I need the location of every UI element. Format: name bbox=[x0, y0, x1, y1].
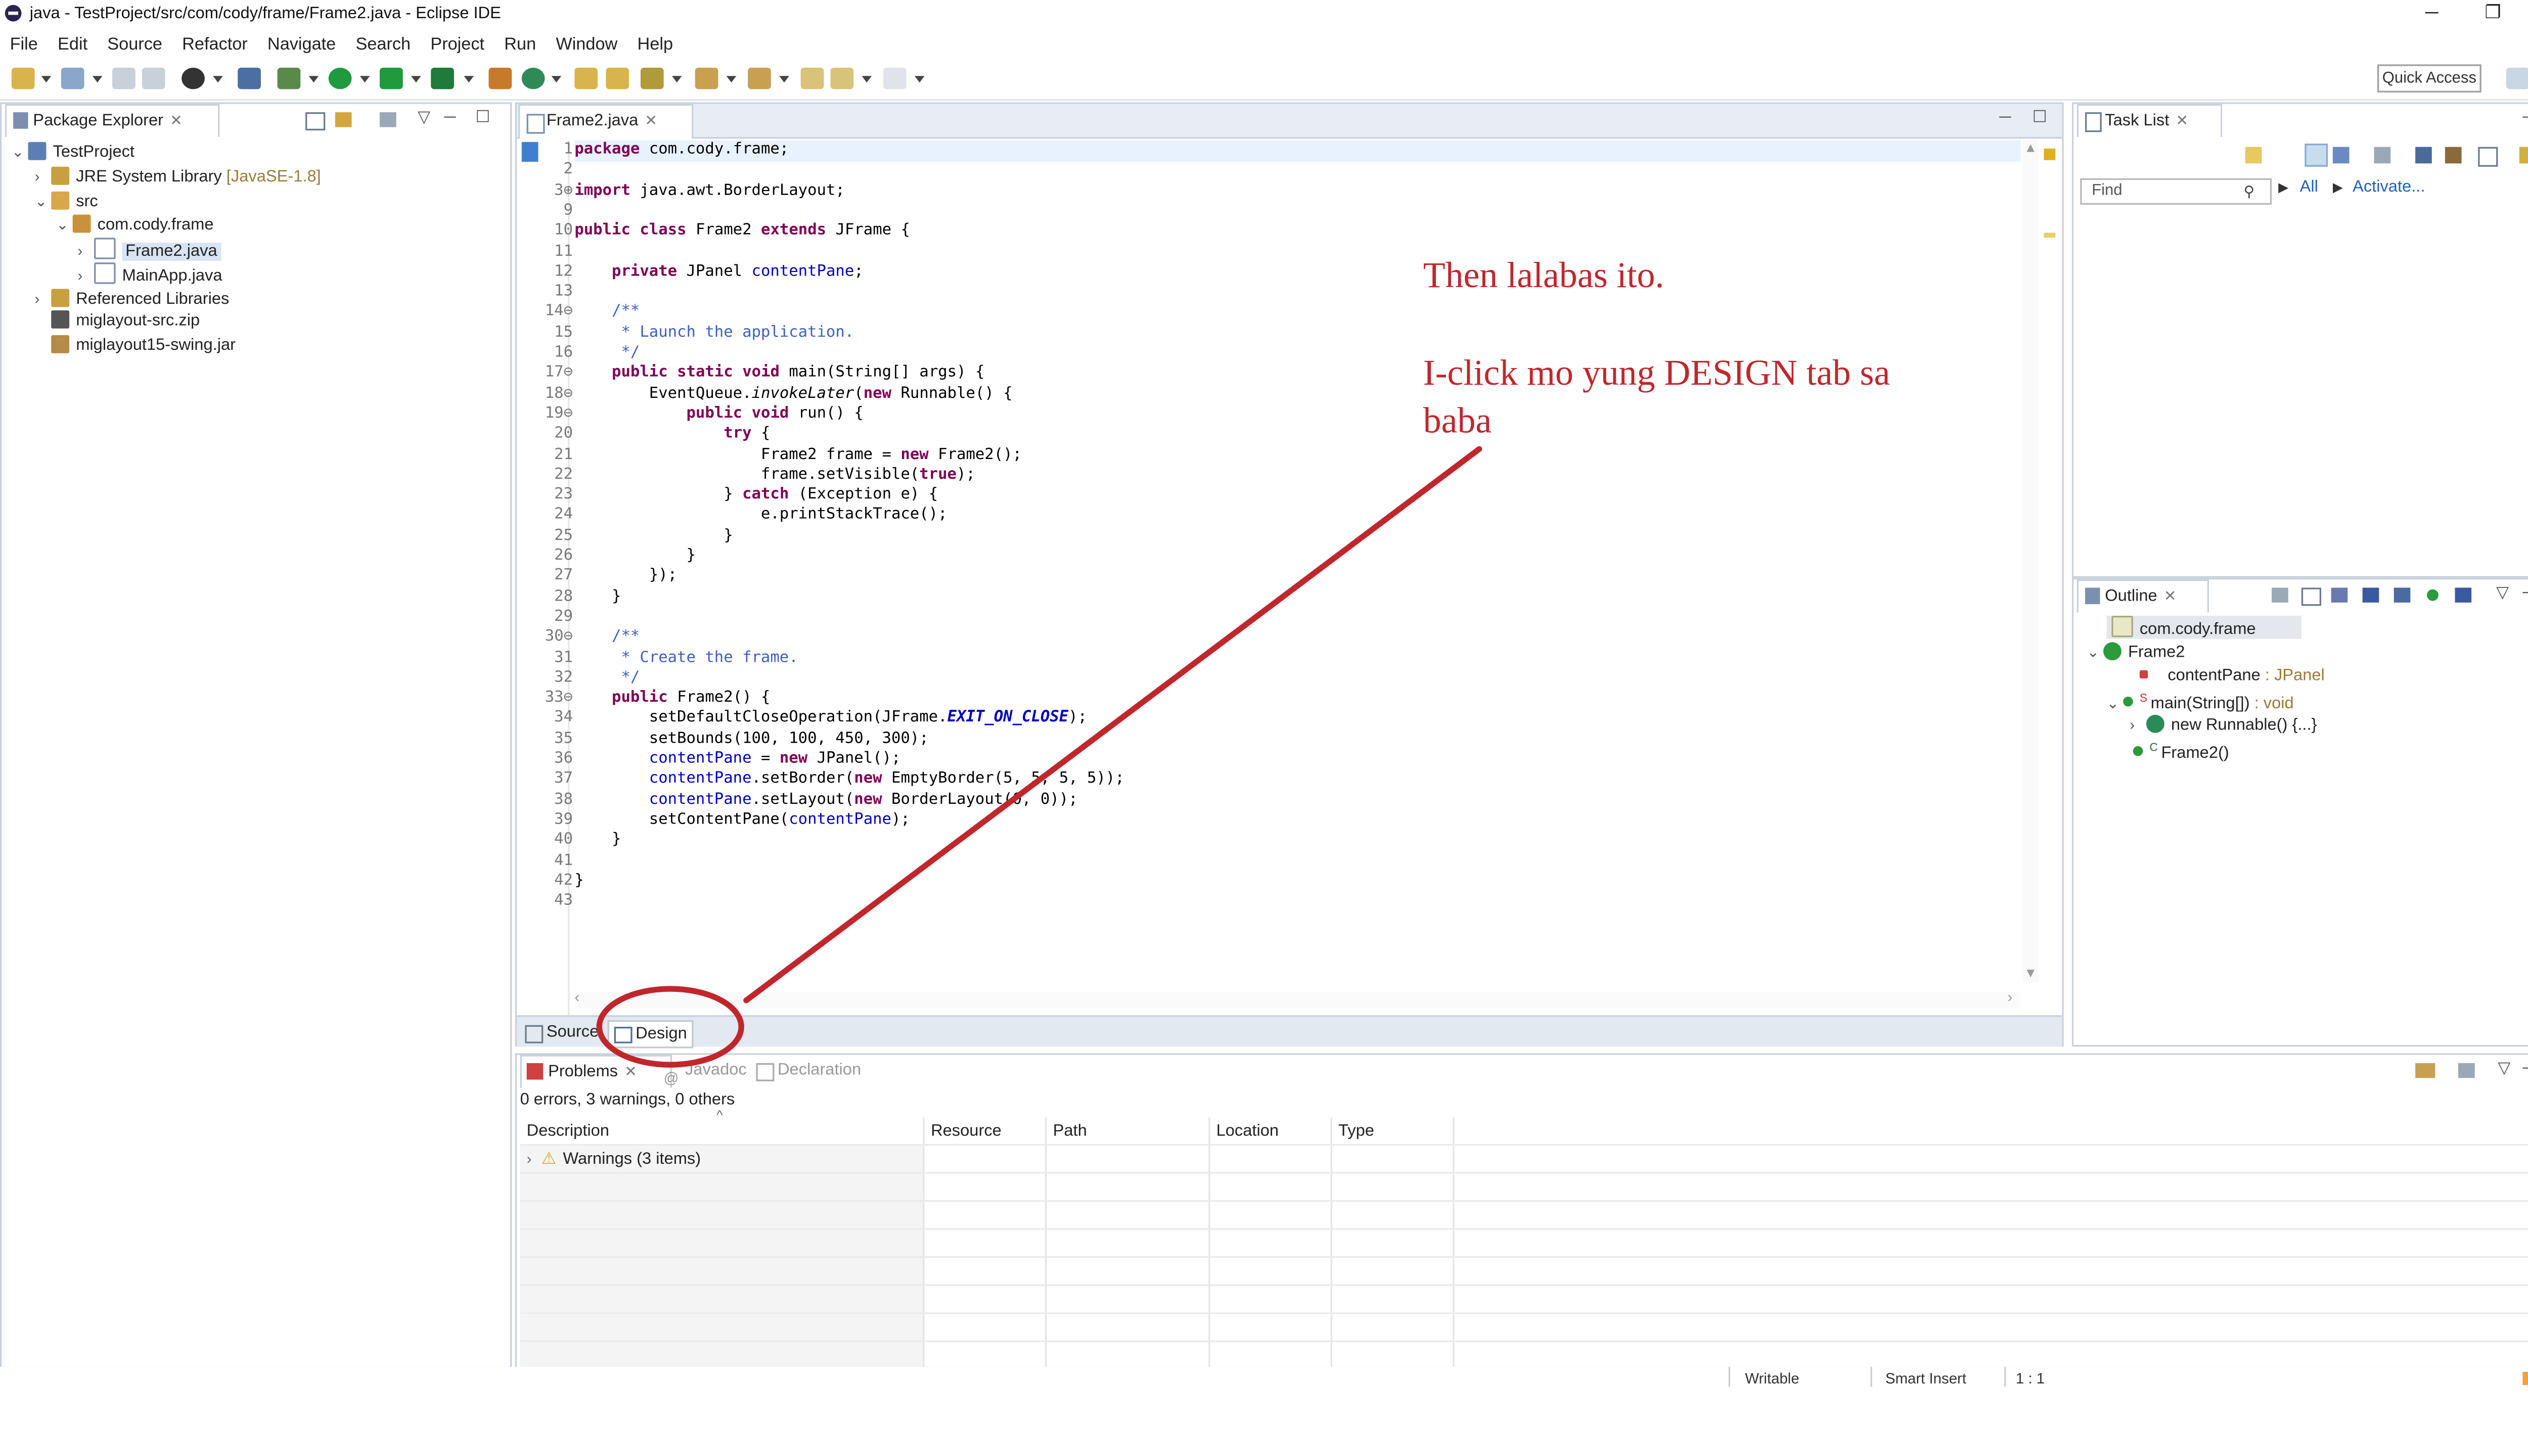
annotation-overlay bbox=[596, 446, 1482, 1068]
annotation-circle bbox=[596, 986, 744, 1068]
annotation-arrow bbox=[743, 446, 1482, 1004]
